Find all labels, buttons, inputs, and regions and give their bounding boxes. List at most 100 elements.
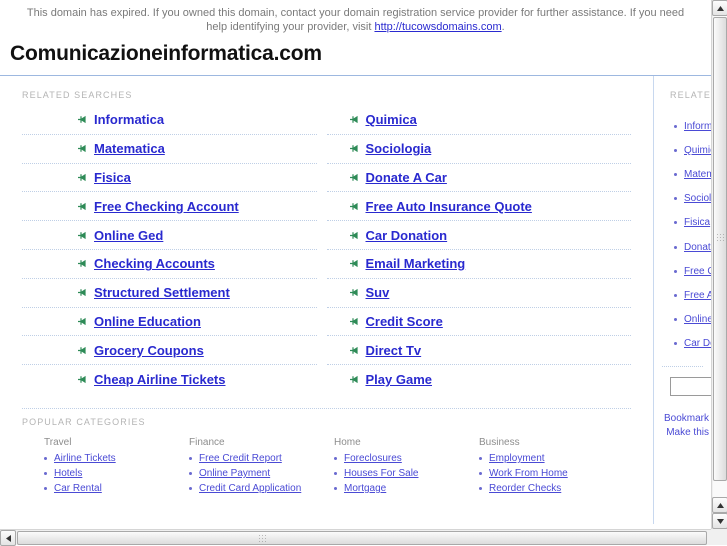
list-item[interactable]: Airline Tickets	[44, 453, 189, 464]
related-search-item[interactable]: Sociologia	[326, 135, 631, 164]
related-search-item[interactable]: Free Checking Account	[22, 192, 317, 222]
related-search-link[interactable]: Checking Accounts	[94, 256, 215, 271]
scroll-up-button[interactable]	[712, 0, 727, 16]
related-search-item[interactable]: Online Ged	[22, 221, 317, 250]
related-search-link[interactable]: Informatica	[94, 112, 164, 127]
scroll-down-button[interactable]	[712, 513, 727, 529]
sidebar-pane: RELATED Informatica Quimica Matematica S…	[654, 76, 711, 524]
list-item[interactable]: Donate A Car	[674, 235, 711, 259]
related-search-link[interactable]: Cheap Airline Tickets	[94, 372, 226, 387]
related-search-item[interactable]: Informatica	[22, 106, 317, 135]
related-search-item[interactable]: Matematica	[22, 135, 317, 164]
list-item[interactable]: Car Rental	[44, 483, 189, 494]
related-search-item[interactable]: Grocery Coupons	[22, 336, 317, 366]
related-search-link[interactable]: Email Marketing	[366, 256, 466, 271]
related-search-item[interactable]: Direct Tv	[326, 336, 631, 366]
related-search-link[interactable]: Fisica	[94, 170, 131, 185]
sidebar-related-link[interactable]: Free Checking Account	[684, 266, 711, 277]
scroll-left-button[interactable]	[0, 530, 16, 546]
sidebar-related-link[interactable]: Car Donation	[684, 338, 711, 349]
page-header: Comunicazioneinformatica.com	[0, 36, 711, 66]
related-search-item[interactable]: Donate A Car	[326, 164, 631, 193]
related-search-link[interactable]: Suv	[366, 285, 390, 300]
list-item[interactable]: Fisica	[674, 211, 711, 235]
category-link[interactable]: Hotels	[54, 468, 82, 479]
list-item[interactable]: Free Checking Account	[674, 259, 711, 283]
category-link[interactable]: Mortgage	[344, 483, 386, 494]
list-item[interactable]: Hotels	[44, 468, 189, 479]
related-search-item[interactable]: Online Education	[22, 308, 317, 337]
list-item[interactable]: Employment	[479, 453, 624, 464]
category-link[interactable]: Free Credit Report	[199, 453, 282, 464]
related-search-link[interactable]: Grocery Coupons	[94, 343, 204, 358]
related-search-link[interactable]: Free Checking Account	[94, 199, 239, 214]
horizontal-scroll-thumb[interactable]	[17, 531, 707, 545]
list-item[interactable]: Online Ged	[674, 308, 711, 332]
related-search-link[interactable]: Sociologia	[366, 141, 432, 156]
related-search-item[interactable]: Credit Score	[326, 308, 631, 337]
sidebar-related-link[interactable]: Fisica	[684, 217, 710, 228]
related-search-link[interactable]: Credit Score	[366, 314, 443, 329]
list-item[interactable]: Online Payment	[189, 468, 334, 479]
list-item[interactable]: Car Donation	[674, 332, 711, 356]
related-search-item[interactable]: Fisica	[22, 164, 317, 193]
sidebar-related-link[interactable]: Quimica	[684, 145, 711, 156]
scroll-up-button-bottom[interactable]	[712, 497, 727, 513]
category-link[interactable]: Credit Card Application	[199, 483, 301, 494]
category-link[interactable]: Foreclosures	[344, 453, 402, 464]
related-search-link[interactable]: Direct Tv	[366, 343, 422, 358]
related-search-link[interactable]: Quimica	[366, 112, 417, 127]
list-item[interactable]: Mortgage	[334, 483, 479, 494]
list-item[interactable]: Matematica	[674, 162, 711, 186]
list-item[interactable]: Informatica	[674, 114, 711, 138]
category-link[interactable]: Reorder Checks	[489, 483, 561, 494]
related-search-link[interactable]: Online Ged	[94, 228, 163, 243]
list-item[interactable]: Work From Home	[479, 468, 624, 479]
related-search-link[interactable]: Car Donation	[366, 228, 448, 243]
category-link[interactable]: Airline Tickets	[54, 453, 116, 464]
related-search-item[interactable]: Structured Settlement	[22, 279, 317, 308]
category-link[interactable]: Work From Home	[489, 468, 568, 479]
related-search-link[interactable]: Play Game	[366, 372, 433, 387]
dot-bullet-icon	[674, 269, 677, 273]
vertical-scroll-thumb[interactable]	[713, 17, 727, 481]
related-search-item[interactable]: Free Auto Insurance Quote	[326, 192, 631, 222]
list-item[interactable]: Sociologia	[674, 187, 711, 211]
related-search-link[interactable]: Matematica	[94, 141, 165, 156]
related-search-link[interactable]: Free Auto Insurance Quote	[366, 199, 532, 214]
related-search-item[interactable]: Email Marketing	[326, 250, 631, 279]
category-link[interactable]: Houses For Sale	[344, 468, 418, 479]
list-item[interactable]: Foreclosures	[334, 453, 479, 464]
category-link[interactable]: Car Rental	[54, 483, 102, 494]
make-homepage-link[interactable]: Make this	[666, 427, 709, 438]
sidebar-search-input[interactable]	[670, 376, 711, 396]
related-search-item[interactable]: Checking Accounts	[22, 250, 317, 279]
list-item[interactable]: Reorder Checks	[479, 483, 624, 494]
vertical-scrollbar[interactable]	[711, 0, 727, 529]
list-item[interactable]: Credit Card Application	[189, 483, 334, 494]
related-search-item[interactable]: Car Donation	[326, 221, 631, 250]
related-search-item[interactable]: Quimica	[326, 106, 631, 135]
related-search-item[interactable]: Suv	[326, 279, 631, 308]
sidebar-related-link[interactable]: Online Ged	[684, 314, 711, 325]
list-item[interactable]: Houses For Sale	[334, 468, 479, 479]
category-link[interactable]: Employment	[489, 453, 545, 464]
related-search-link[interactable]: Donate A Car	[366, 170, 447, 185]
category-link[interactable]: Online Payment	[199, 468, 270, 479]
horizontal-scrollbar[interactable]	[0, 529, 711, 546]
sidebar-related-link[interactable]: Free Auto Insurance Quote	[684, 290, 711, 301]
related-search-item[interactable]: Cheap Airline Tickets	[22, 365, 317, 394]
sidebar-related-link[interactable]: Informatica	[684, 121, 711, 132]
list-item[interactable]: Free Credit Report	[189, 453, 334, 464]
related-search-link[interactable]: Online Education	[94, 314, 201, 329]
tucowsdomains-link[interactable]: http://tucowsdomains.com	[374, 21, 501, 33]
arrow-bullet-icon	[349, 259, 358, 268]
related-search-link[interactable]: Structured Settlement	[94, 285, 230, 300]
sidebar-related-link[interactable]: Donate A Car	[684, 242, 711, 253]
list-item[interactable]: Free Auto Insurance Quote	[674, 283, 711, 307]
bookmark-link[interactable]: Bookmark	[664, 413, 709, 424]
list-item[interactable]: Quimica	[674, 138, 711, 162]
sidebar-related-link[interactable]: Sociologia	[684, 193, 711, 204]
sidebar-related-link[interactable]: Matematica	[684, 169, 711, 180]
related-search-item[interactable]: Play Game	[327, 365, 632, 394]
